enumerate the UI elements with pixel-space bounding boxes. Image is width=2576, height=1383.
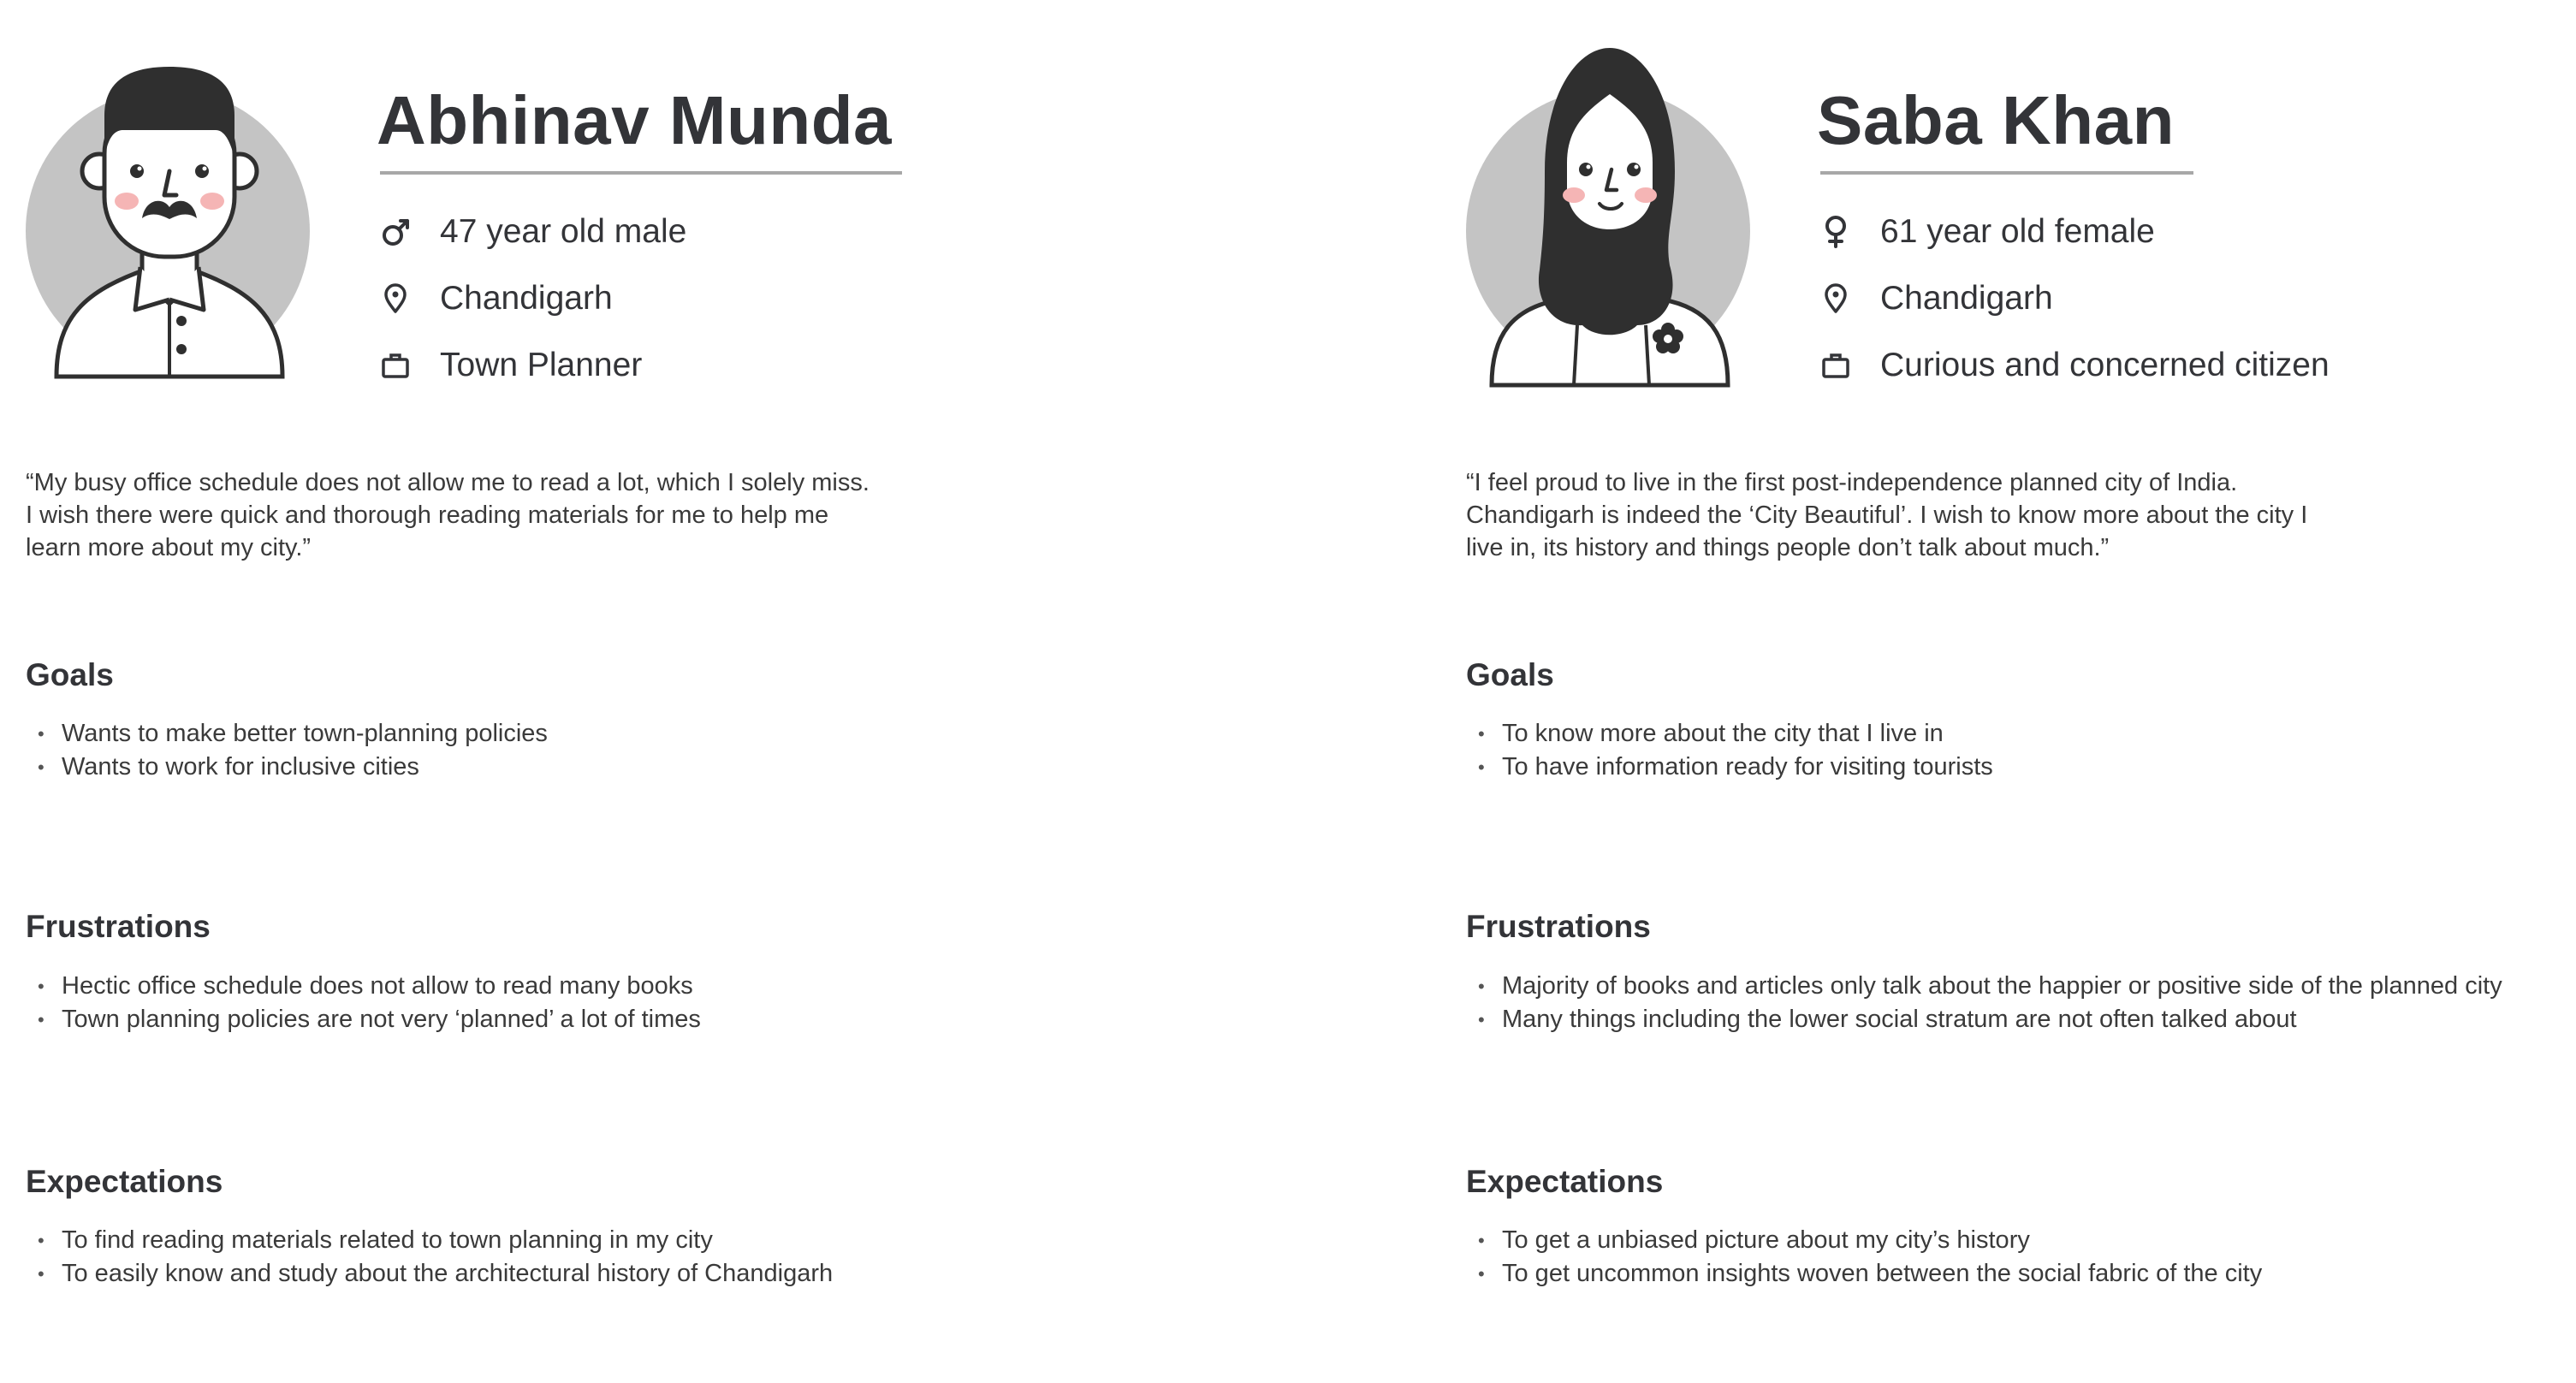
frustrations-list: Hectic office schedule does not allow to… — [38, 970, 701, 1036]
frustrations-heading: Frustrations — [26, 909, 211, 944]
frustration-item: Majority of books and articles only talk… — [1478, 970, 2502, 1003]
goals-list: To know more about the city that I live … — [1478, 717, 1993, 784]
persona-name: Saba Khan — [1817, 82, 2175, 158]
fact-occupation: Town Planner — [380, 332, 686, 399]
goals-heading: Goals — [26, 657, 114, 692]
goals-heading: Goals — [1466, 657, 1554, 692]
male-symbol-icon — [380, 214, 411, 250]
frustration-item: Hectic office schedule does not allow to… — [38, 970, 701, 1003]
briefcase-icon — [1820, 347, 1851, 383]
briefcase-icon — [380, 347, 411, 383]
map-pin-icon — [1820, 281, 1851, 317]
persona-quote: “My busy office schedule does not allow … — [26, 466, 916, 564]
persona-facts: 47 year old male Chandigarh Town Planner — [380, 199, 686, 399]
quote-line: Chandigarh is indeed the ‘City Beautiful… — [1466, 502, 2308, 529]
woman-avatar-icon — [1466, 43, 1774, 402]
persona-card-saba: Saba Khan 61 year old female Chandigarh … — [1466, 0, 2576, 1383]
expectation-item: To get uncommon insights woven between t… — [1478, 1257, 2262, 1291]
goal-item: To have information ready for visiting t… — [1478, 751, 1993, 784]
name-divider — [380, 171, 902, 175]
age-gender-text: 47 year old male — [440, 213, 687, 250]
quote-line: live in, its history and things people d… — [1466, 534, 2110, 561]
quote-line: I wish there were quick and thorough rea… — [26, 502, 829, 529]
fact-location: Chandigarh — [380, 265, 686, 332]
expectation-item: To get a unbiased picture about my city’… — [1478, 1224, 2262, 1257]
fact-location: Chandigarh — [1820, 265, 2330, 332]
map-pin-icon — [380, 281, 411, 317]
name-divider — [1820, 171, 2193, 175]
goal-item: Wants to work for inclusive cities — [38, 751, 548, 784]
goals-list: Wants to make better town-planning polic… — [38, 717, 548, 784]
fact-age-gender: 61 year old female — [1820, 199, 2330, 265]
expectations-list: To get a unbiased picture about my city’… — [1478, 1224, 2262, 1291]
fact-occupation: Curious and concerned citizen — [1820, 332, 2330, 399]
fact-age-gender: 47 year old male — [380, 199, 686, 265]
quote-line: learn more about my city.” — [26, 534, 312, 561]
female-symbol-icon — [1820, 214, 1851, 250]
frustration-item: Many things including the lower social s… — [1478, 1003, 2502, 1036]
location-text: Chandigarh — [440, 280, 613, 317]
expectations-list: To find reading materials related to tow… — [38, 1224, 833, 1291]
quote-line: “I feel proud to live in the first post-… — [1466, 469, 2238, 496]
man-avatar-icon — [26, 43, 334, 402]
occupation-text: Curious and concerned citizen — [1880, 347, 2330, 383]
expectation-item: To find reading materials related to tow… — [38, 1224, 833, 1257]
persona-facts: 61 year old female Chandigarh Curious an… — [1820, 199, 2330, 399]
expectations-heading: Expectations — [26, 1164, 223, 1199]
location-text: Chandigarh — [1880, 280, 2053, 317]
goal-item: Wants to make better town-planning polic… — [38, 717, 548, 751]
goal-item: To know more about the city that I live … — [1478, 717, 1993, 751]
expectations-heading: Expectations — [1466, 1164, 1664, 1199]
persona-quote: “I feel proud to live in the first post-… — [1466, 466, 2356, 564]
expectation-item: To easily know and study about the archi… — [38, 1257, 833, 1291]
frustrations-list: Majority of books and articles only talk… — [1478, 970, 2502, 1036]
quote-line: “My busy office schedule does not allow … — [26, 469, 870, 496]
persona-card-abhinav: Abhinav Munda 47 year old male Chandigar… — [26, 0, 1309, 1383]
frustrations-heading: Frustrations — [1466, 909, 1651, 944]
persona-name: Abhinav Munda — [377, 82, 893, 158]
occupation-text: Town Planner — [440, 347, 643, 383]
age-gender-text: 61 year old female — [1880, 213, 2155, 250]
frustration-item: Town planning policies are not very ‘pla… — [38, 1003, 701, 1036]
